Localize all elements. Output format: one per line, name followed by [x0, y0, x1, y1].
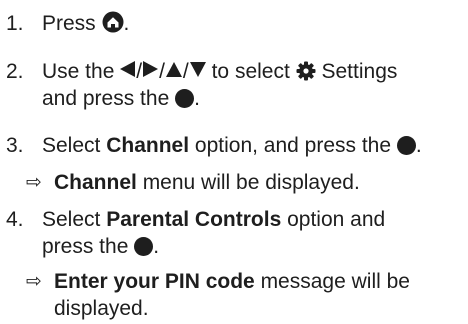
step-text: Select Parental Controls option and pres…	[42, 208, 386, 258]
step-number: 3.	[6, 134, 24, 157]
result-text: Enter your PIN code message will be disp…	[54, 270, 410, 320]
home-icon	[102, 11, 124, 33]
arrow-up-icon	[165, 62, 182, 77]
step-number: 1.	[6, 12, 24, 35]
arrow-down-icon	[189, 62, 206, 77]
step-number: 2.	[6, 60, 24, 83]
step-text: Press .	[42, 11, 130, 35]
instruction-list: 1. Press . 2. Use the / / / to select Se…	[0, 0, 468, 324]
arrow-right-icon	[143, 61, 159, 77]
settings-gear-icon	[296, 61, 316, 81]
step-text: Select Channel option, and press the .	[42, 134, 422, 157]
step-text: Use the / / / to select Settings and press…	[42, 60, 398, 110]
result-text: Channel menu will be displayed.	[54, 171, 360, 194]
ok-button-icon	[134, 237, 154, 256]
step-number: 4.	[6, 208, 24, 231]
ok-button-icon	[396, 136, 416, 155]
arrow-left-icon	[120, 61, 136, 77]
result-arrow-icon: ⇨	[26, 271, 42, 292]
ok-button-icon	[175, 89, 195, 108]
result-arrow-icon: ⇨	[26, 172, 42, 193]
